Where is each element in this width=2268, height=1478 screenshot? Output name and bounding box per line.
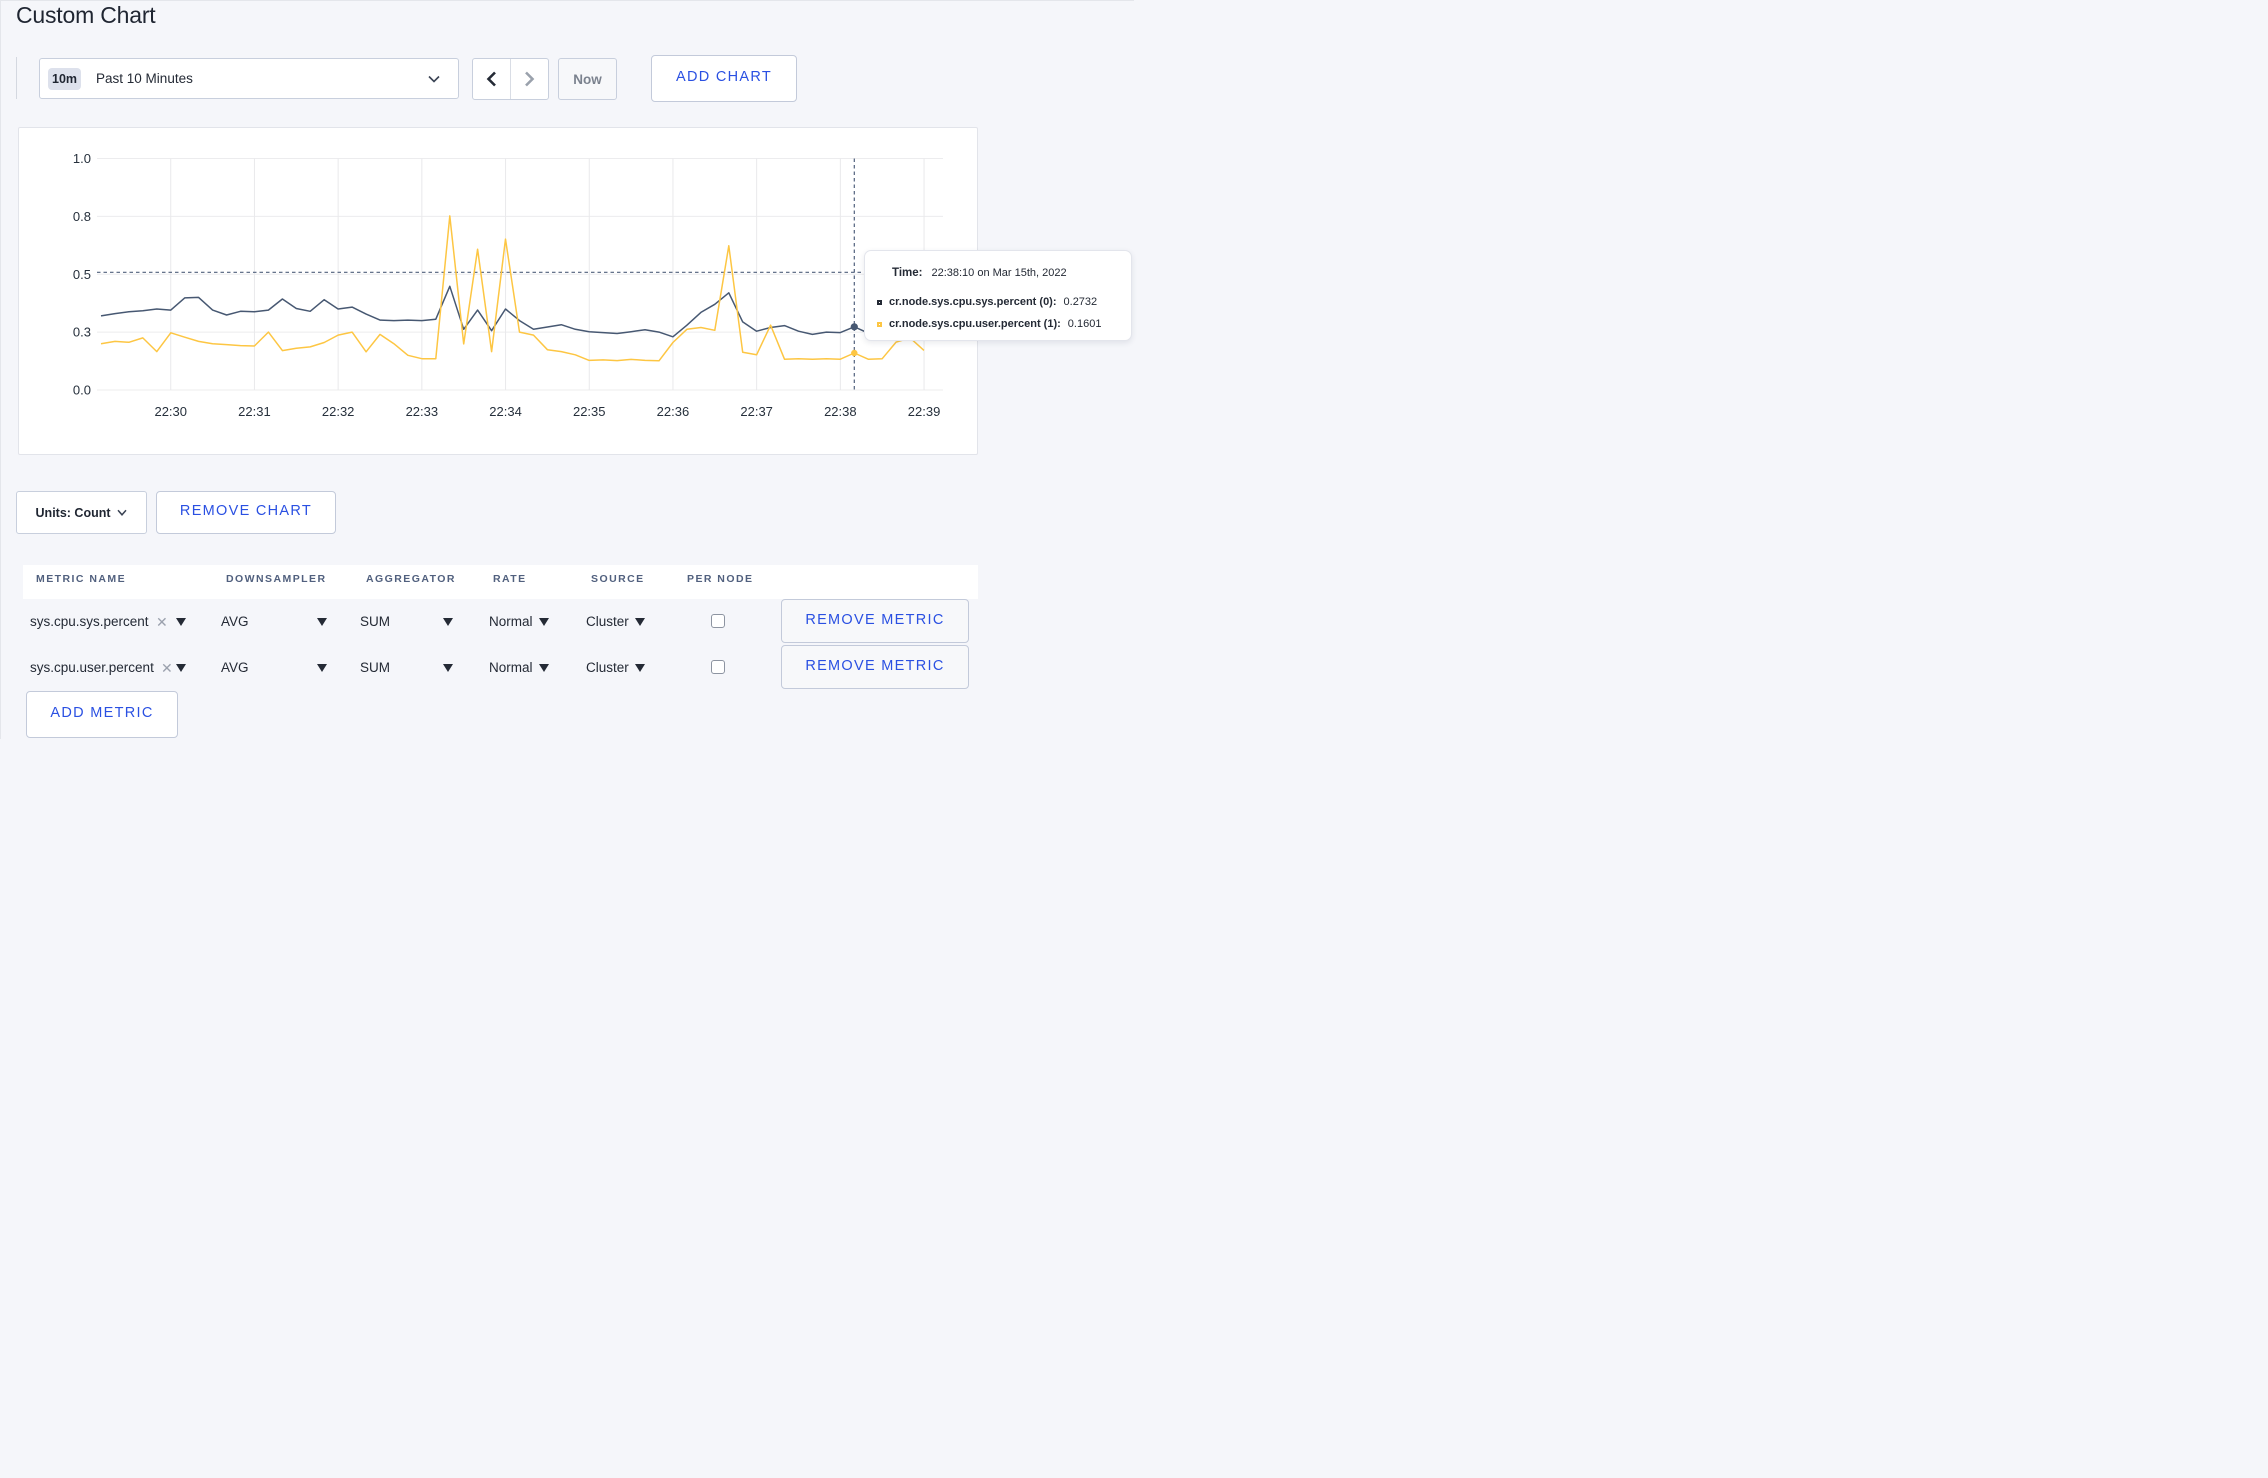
svg-text:22:39: 22:39	[908, 404, 941, 419]
svg-text:1.0: 1.0	[73, 151, 91, 166]
svg-text:0.3: 0.3	[73, 325, 91, 340]
svg-text:22:34: 22:34	[489, 404, 522, 419]
svg-text:22:37: 22:37	[740, 404, 773, 419]
svg-text:0.0: 0.0	[73, 383, 91, 398]
svg-text:22:38: 22:38	[824, 404, 857, 419]
svg-text:0.8: 0.8	[73, 209, 91, 224]
svg-text:22:30: 22:30	[154, 404, 187, 419]
svg-text:22:32: 22:32	[322, 404, 355, 419]
svg-text:22:31: 22:31	[238, 404, 271, 419]
svg-text:22:36: 22:36	[657, 404, 690, 419]
svg-text:0.5: 0.5	[73, 267, 91, 282]
svg-text:22:33: 22:33	[406, 404, 439, 419]
svg-text:22:35: 22:35	[573, 404, 606, 419]
